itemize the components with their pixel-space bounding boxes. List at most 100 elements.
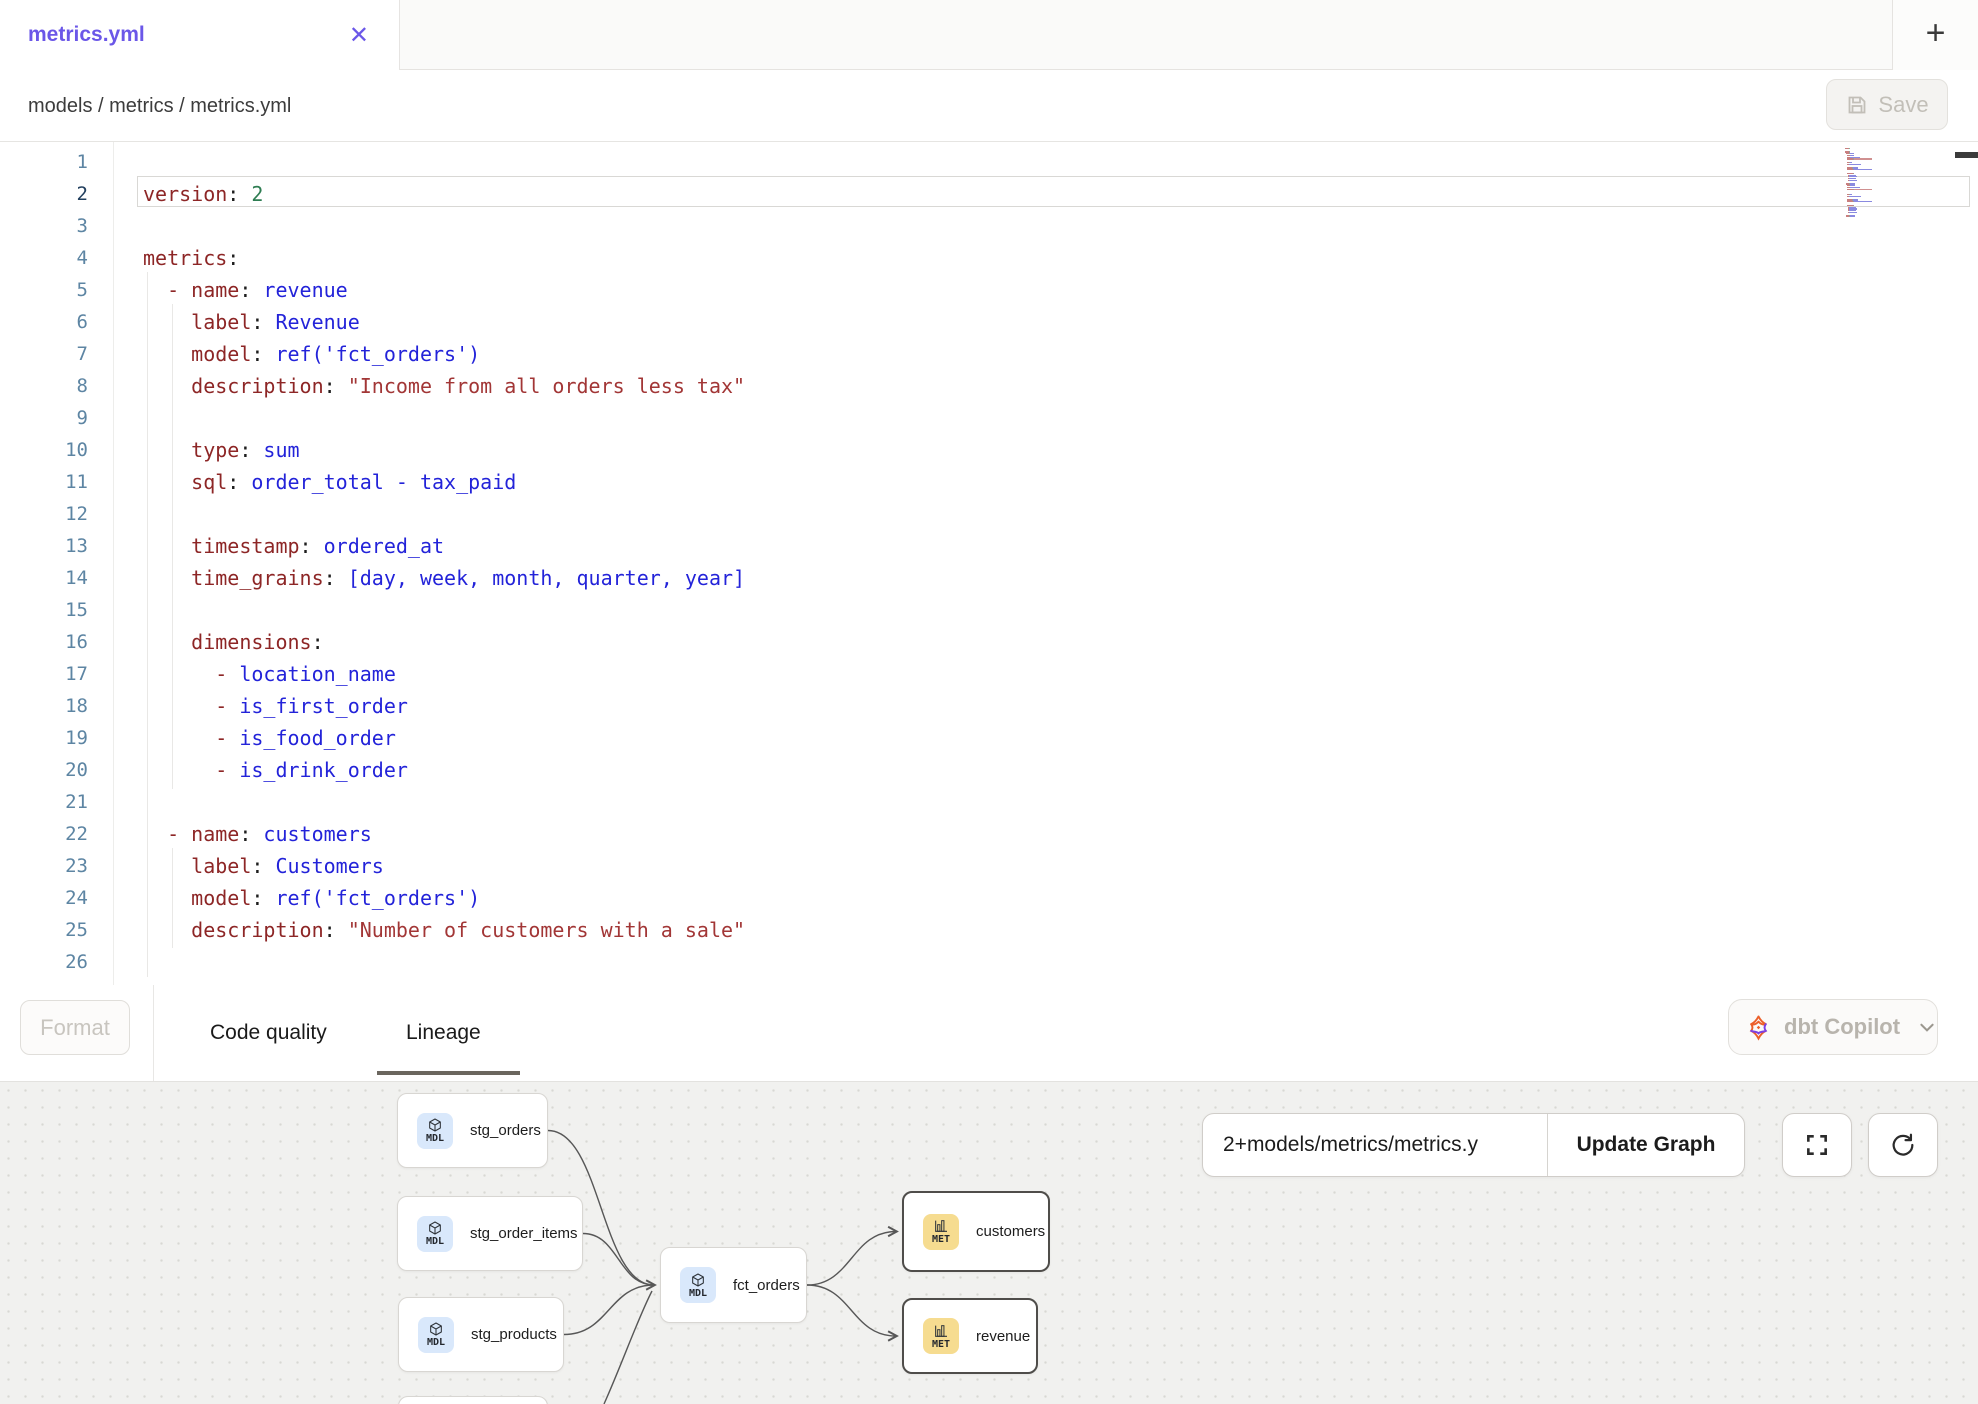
code-line-13[interactable]: 13 timestamp: ordered_at (0, 530, 1978, 562)
copilot-label: dbt Copilot (1784, 1014, 1900, 1040)
line-number: 17 (0, 658, 88, 690)
line-number: 4 (0, 242, 88, 274)
code-line-7[interactable]: 7 model: ref('fct_orders') (0, 338, 1978, 370)
line-number: 8 (0, 370, 88, 402)
code-line-9[interactable]: 9 (0, 402, 1978, 434)
cube-icon (690, 1272, 706, 1288)
dbt-copilot-button[interactable]: dbt Copilot (1728, 999, 1938, 1055)
node-label: stg_order_items (470, 1225, 578, 1242)
line-number: 1 (0, 146, 88, 178)
line-number: 2 (0, 178, 88, 210)
fullscreen-button[interactable] (1782, 1113, 1852, 1177)
dbt-logo-icon (1745, 1014, 1772, 1041)
code-line-8[interactable]: 8 description: "Income from all orders l… (0, 370, 1978, 402)
code-line-18[interactable]: 18 - is_first_order (0, 690, 1978, 722)
lineage-node-stg_orders[interactable]: MDL stg_orders (397, 1093, 548, 1168)
bar-chart-icon (933, 1323, 949, 1339)
line-number: 7 (0, 338, 88, 370)
tab-lineage[interactable]: Lineage (406, 985, 481, 1081)
code-line-14[interactable]: 14 time_grains: [day, week, month, quart… (0, 562, 1978, 594)
active-tab-underline (377, 1071, 520, 1075)
line-number: 26 (0, 946, 88, 978)
line-number: 9 (0, 402, 88, 434)
tab-code-quality[interactable]: Code quality (210, 985, 327, 1081)
lineage-node-fct_orders[interactable]: MDLfct_orders (660, 1247, 807, 1323)
model-badge: MDL (417, 1113, 453, 1149)
lineage-node-stg_products[interactable]: MDLstg_products (398, 1297, 564, 1372)
code-editor[interactable]: 12version: 234metrics:5 - name: revenue6… (0, 142, 1978, 985)
line-number: 21 (0, 786, 88, 818)
code-line-5[interactable]: 5 - name: revenue (0, 274, 1978, 306)
code-line-10[interactable]: 10 type: sum (0, 434, 1978, 466)
code-line-11[interactable]: 11 sql: order_total - tax_paid (0, 466, 1978, 498)
edge-stg_products-to-fct_orders (564, 1285, 654, 1335)
node-label: customers (976, 1223, 1045, 1240)
code-line-15[interactable]: 15 (0, 594, 1978, 626)
code-lines: 12version: 234metrics:5 - name: revenue6… (0, 146, 1978, 978)
code-line-3[interactable]: 3 (0, 210, 1978, 242)
model-badge: MDL (680, 1267, 716, 1303)
line-number: 20 (0, 754, 88, 786)
lineage-selector-input[interactable]: 2+models/metrics/metrics.y (1203, 1114, 1548, 1176)
chevron-down-icon (1918, 1018, 1936, 1036)
code-line-23[interactable]: 23 label: Customers (0, 850, 1978, 882)
code-line-12[interactable]: 12 (0, 498, 1978, 530)
format-button[interactable]: Format (20, 1000, 130, 1055)
metric-badge: MET (923, 1214, 959, 1250)
lineage-control-bar: 2+models/metrics/metrics.y Update Graph (1202, 1113, 1745, 1177)
code-line-16[interactable]: 16 dimensions: (0, 626, 1978, 658)
code-line-17[interactable]: 17 - location_name (0, 658, 1978, 690)
code-line-2[interactable]: 2version: 2 (0, 178, 1978, 210)
update-graph-button[interactable]: Update Graph (1548, 1114, 1744, 1176)
tab-bar: metrics.yml ✕ + (0, 0, 1978, 70)
tab-metrics-yml[interactable]: metrics.yml ✕ (0, 0, 400, 70)
close-tab-icon[interactable]: ✕ (349, 0, 369, 70)
lineage-node-partial[interactable] (398, 1396, 548, 1404)
code-line-4[interactable]: 4metrics: (0, 242, 1978, 274)
toolbar-divider (153, 985, 154, 1081)
lineage-node-customers[interactable]: MET customers (902, 1191, 1050, 1272)
code-line-25[interactable]: 25 description: "Number of customers wit… (0, 914, 1978, 946)
code-line-26[interactable]: 26 (0, 946, 1978, 978)
code-line-19[interactable]: 19 - is_food_order (0, 722, 1978, 754)
line-number: 14 (0, 562, 88, 594)
line-number: 25 (0, 914, 88, 946)
line-number: 23 (0, 850, 88, 882)
new-tab-button[interactable]: + (1892, 0, 1978, 70)
line-number: 5 (0, 274, 88, 306)
code-line-24[interactable]: 24 model: ref('fct_orders') (0, 882, 1978, 914)
plus-icon: + (1926, 16, 1946, 50)
line-number: 12 (0, 498, 88, 530)
code-line-20[interactable]: 20 - is_drink_order (0, 754, 1978, 786)
line-number: 10 (0, 434, 88, 466)
refresh-button[interactable] (1868, 1113, 1938, 1177)
model-badge: MDL (417, 1216, 453, 1252)
line-number: 13 (0, 530, 88, 562)
lineage-node-revenue[interactable]: METrevenue (902, 1298, 1038, 1374)
scrollbar-marker (1955, 152, 1978, 158)
line-number: 19 (0, 722, 88, 754)
line-number: 16 (0, 626, 88, 658)
edge-stg_order_items-to-fct_orders (583, 1234, 654, 1286)
node-label: stg_orders (470, 1122, 541, 1139)
minimap[interactable] (1845, 146, 1893, 217)
bottom-toolbar: Format Code quality Lineage dbt Copilot (0, 985, 1978, 1082)
model-badge: MDL (418, 1317, 454, 1353)
code-line-21[interactable]: 21 (0, 786, 1978, 818)
edge-fct_orders-to-customers (807, 1232, 896, 1286)
breadcrumb: models / metrics / metrics.yml (28, 70, 291, 142)
code-line-22[interactable]: 22 - name: customers (0, 818, 1978, 850)
lineage-node-stg_order_items[interactable]: MDL stg_order_items (397, 1196, 583, 1271)
code-line-1[interactable]: 1 (0, 146, 1978, 178)
edge-fct_orders-to-revenue (807, 1285, 896, 1336)
code-line-6[interactable]: 6 label: Revenue (0, 306, 1978, 338)
fullscreen-icon (1804, 1132, 1830, 1158)
cube-icon (428, 1321, 444, 1337)
line-number: 15 (0, 594, 88, 626)
save-button[interactable]: Save (1826, 79, 1948, 130)
line-number: 22 (0, 818, 88, 850)
lineage-canvas[interactable]: MDL stg_orders MDL stg_order_items MDLstg_pr… (0, 1082, 1978, 1404)
line-number: 11 (0, 466, 88, 498)
ide-window: metrics.yml ✕ + models / metrics / metri… (0, 0, 1978, 1404)
bar-chart-icon (933, 1218, 949, 1234)
